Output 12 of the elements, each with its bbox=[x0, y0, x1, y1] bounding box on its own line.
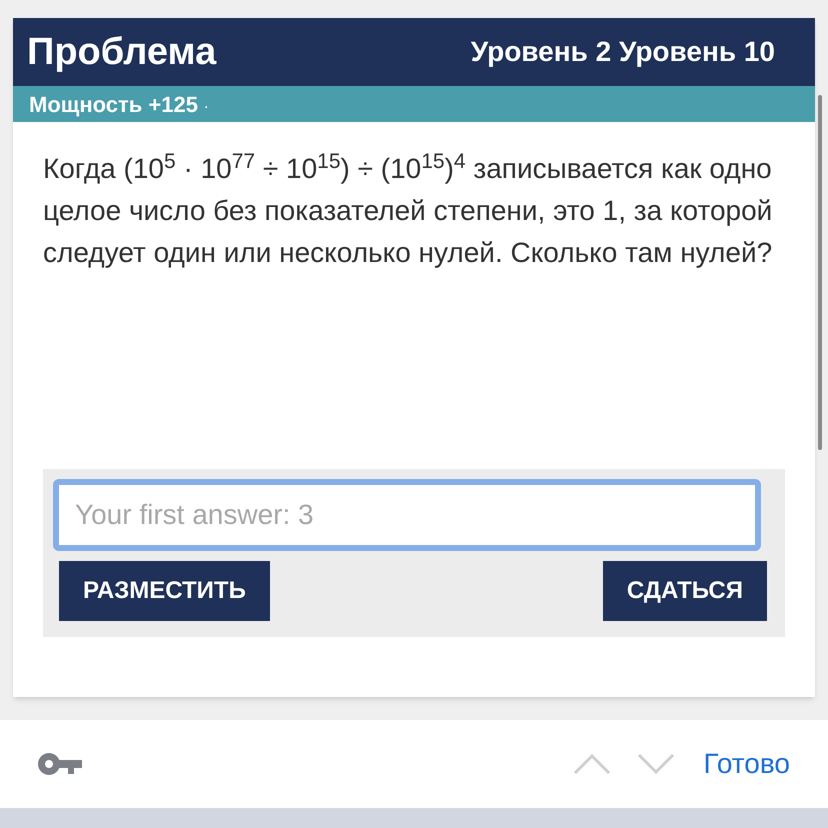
submit-button[interactable]: РАЗМЕСТИТЬ bbox=[59, 561, 270, 621]
problem-title: Проблема bbox=[27, 30, 216, 74]
question-text: Когда (10$^{5}$ · 10$^{77}$ ÷ 10$^{15}$) ÷ (10$^{15}$)$^{4}$ записывается как одно целое число без показателей степени, это 1, за которой следует один или несколько нулей. Сколько там нулей? bbox=[42, 148, 774, 270]
give-up-button[interactable]: СДАТЬСЯ bbox=[602, 561, 767, 621]
power-dot: . bbox=[204, 94, 208, 114]
answer-field[interactable]: Your first answer: 3 bbox=[53, 479, 761, 551]
key-icon[interactable] bbox=[38, 752, 82, 776]
chevron-up-icon[interactable] bbox=[574, 754, 610, 774]
done-button[interactable]: Готово bbox=[704, 743, 790, 785]
power-text: Мощность +125 bbox=[29, 90, 198, 118]
chevron-down-icon[interactable] bbox=[638, 754, 674, 774]
level-text: Уровень 2 Уровень 10 bbox=[470, 35, 775, 69]
